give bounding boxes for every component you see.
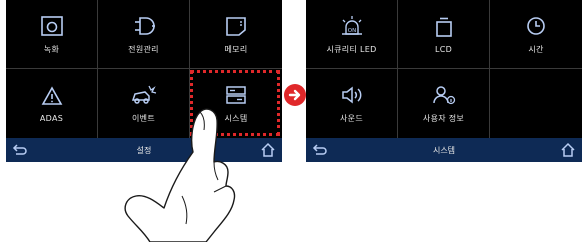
menu-item-memory[interactable]: 메모리 <box>190 0 282 69</box>
menu-label-sound: 사운드 <box>340 114 363 123</box>
sd-card-icon <box>223 14 249 38</box>
menu-item-power[interactable]: 전원관리 <box>98 0 190 69</box>
menu-item-security-led[interactable]: ON 시큐리티 LED <box>306 0 398 69</box>
menu-item-sound[interactable]: 사운드 <box>306 69 398 138</box>
menu-label-memory: 메모리 <box>224 44 248 54</box>
screen-title: 시스템 <box>432 145 456 155</box>
speaker-icon <box>339 83 365 107</box>
menu-item-user-info[interactable]: 사용자 정보 <box>398 69 490 138</box>
menu-item-time[interactable]: 시간 <box>490 0 582 69</box>
menu-label-security-led: 시큐리티 LED <box>326 44 377 54</box>
menu-item-adas[interactable]: ADAS <box>6 69 98 138</box>
next-arrow-icon <box>284 84 306 106</box>
system-grid: ON 시큐리티 LED LCD 시간 사운드 사용자 정보 <box>306 0 582 138</box>
warning-triangle-icon <box>39 84 65 108</box>
menu-item-lcd[interactable]: LCD <box>398 0 490 69</box>
home-icon[interactable] <box>260 142 276 158</box>
plug-icon <box>131 14 157 38</box>
menu-label-lcd: LCD <box>434 44 453 54</box>
home-icon[interactable] <box>560 142 576 158</box>
security-led-on-text: ON <box>347 28 355 34</box>
user-info-icon <box>431 83 457 107</box>
camera-icon <box>39 14 65 38</box>
menu-label-recording: 녹화 <box>43 44 60 54</box>
system-screen: ON 시큐리티 LED LCD 시간 사운드 사용자 정보 시스템 <box>306 0 582 162</box>
back-icon[interactable] <box>312 142 328 158</box>
menu-label-power: 전원관리 <box>128 44 159 54</box>
menu-label-adas: ADAS <box>39 114 64 123</box>
menu-item-recording[interactable]: 녹화 <box>6 0 98 69</box>
menu-item-empty <box>490 69 582 138</box>
clock-icon <box>523 14 549 38</box>
bottom-bar: 시스템 <box>306 138 582 162</box>
security-led-icon: ON <box>339 14 365 38</box>
menu-label-user-info: 사용자 정보 <box>422 114 465 123</box>
back-icon[interactable] <box>12 142 28 158</box>
menu-label-time: 시간 <box>528 44 544 54</box>
pointing-hand-icon <box>124 108 236 242</box>
lcd-icon <box>431 15 457 39</box>
